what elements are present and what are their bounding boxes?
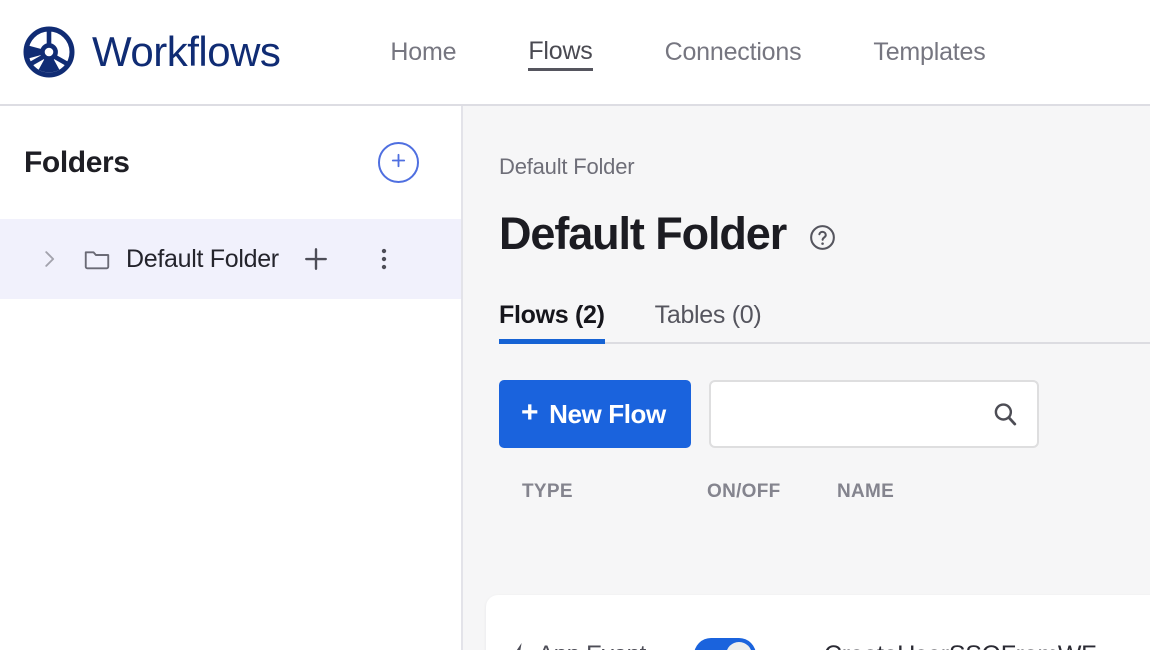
- sidebar-title: Folders: [24, 145, 130, 179]
- sidebar-header: Folders: [0, 106, 461, 219]
- column-header-name: NAME: [837, 481, 895, 502]
- flows-toolbar: + New Flow: [499, 380, 1150, 448]
- cell-onoff: [694, 638, 824, 650]
- sidebar-folder-label: Default Folder: [126, 244, 279, 273]
- search-input[interactable]: [726, 401, 991, 427]
- main-content: Default Folder Default Folder Flows (2) …: [463, 106, 1150, 650]
- search-icon[interactable]: [991, 400, 1019, 428]
- workflows-circle-logo-icon: [22, 25, 76, 79]
- folder-icon: [82, 244, 112, 274]
- flow-type-label: App Event: [538, 641, 646, 650]
- folder-more-vertical-icon[interactable]: [369, 244, 399, 274]
- breadcrumb[interactable]: Default Folder: [499, 106, 635, 180]
- body-split: Folders Default Folder Default Folder De…: [0, 106, 1150, 650]
- nav-item-templates[interactable]: Templates: [873, 34, 985, 71]
- brand-logo-link[interactable]: Workflows: [0, 25, 281, 79]
- folders-sidebar: Folders Default Folder: [0, 106, 463, 650]
- add-flow-in-folder-icon[interactable]: [301, 244, 331, 274]
- tab-flows[interactable]: Flows (2): [499, 301, 605, 344]
- column-header-type: TYPE: [522, 481, 573, 502]
- nav-item-home[interactable]: Home: [390, 34, 456, 71]
- main-navigation: Home Flows Connections Templates: [390, 33, 986, 71]
- tab-tables[interactable]: Tables (0): [655, 301, 762, 344]
- cell-type: App Event: [509, 641, 694, 650]
- nav-item-connections[interactable]: Connections: [665, 34, 802, 71]
- chevron-right-icon[interactable]: [38, 248, 60, 270]
- top-header: Workflows Home Flows Connections Templat…: [0, 0, 1150, 106]
- workflows-app: Workflows Home Flows Connections Templat…: [0, 0, 1150, 650]
- sidebar-empty-space: [0, 299, 461, 650]
- page-title-row: Default Folder: [499, 211, 1150, 256]
- flow-name: CreateUserSSOFromWF: [824, 641, 1150, 650]
- table-row[interactable]: App Event CreateUserSSOFromWF: [486, 595, 1150, 650]
- page-title: Default Folder: [499, 208, 787, 259]
- toggle-knob: [726, 642, 752, 650]
- plus-circle-icon: [388, 150, 409, 176]
- sidebar-folder-default-folder[interactable]: Default Folder: [0, 219, 461, 299]
- plus-icon: +: [521, 396, 539, 429]
- new-flow-button[interactable]: + New Flow: [499, 380, 691, 448]
- folder-tabs: Flows (2) Tables (0): [499, 292, 1150, 344]
- column-header-onoff: ON/OFF: [707, 481, 781, 502]
- flow-enabled-toggle[interactable]: [694, 638, 756, 650]
- flows-table-header: TYPE ON/OFF NAME: [499, 481, 1150, 503]
- search-box[interactable]: [708, 380, 1039, 448]
- nav-item-flows[interactable]: Flows: [528, 33, 593, 71]
- question-circle-icon[interactable]: [808, 223, 837, 252]
- lightning-bolt-icon: [509, 642, 529, 650]
- brand-name: Workflows: [92, 28, 281, 75]
- new-flow-button-label: New Flow: [549, 398, 666, 429]
- add-folder-button[interactable]: [378, 142, 419, 183]
